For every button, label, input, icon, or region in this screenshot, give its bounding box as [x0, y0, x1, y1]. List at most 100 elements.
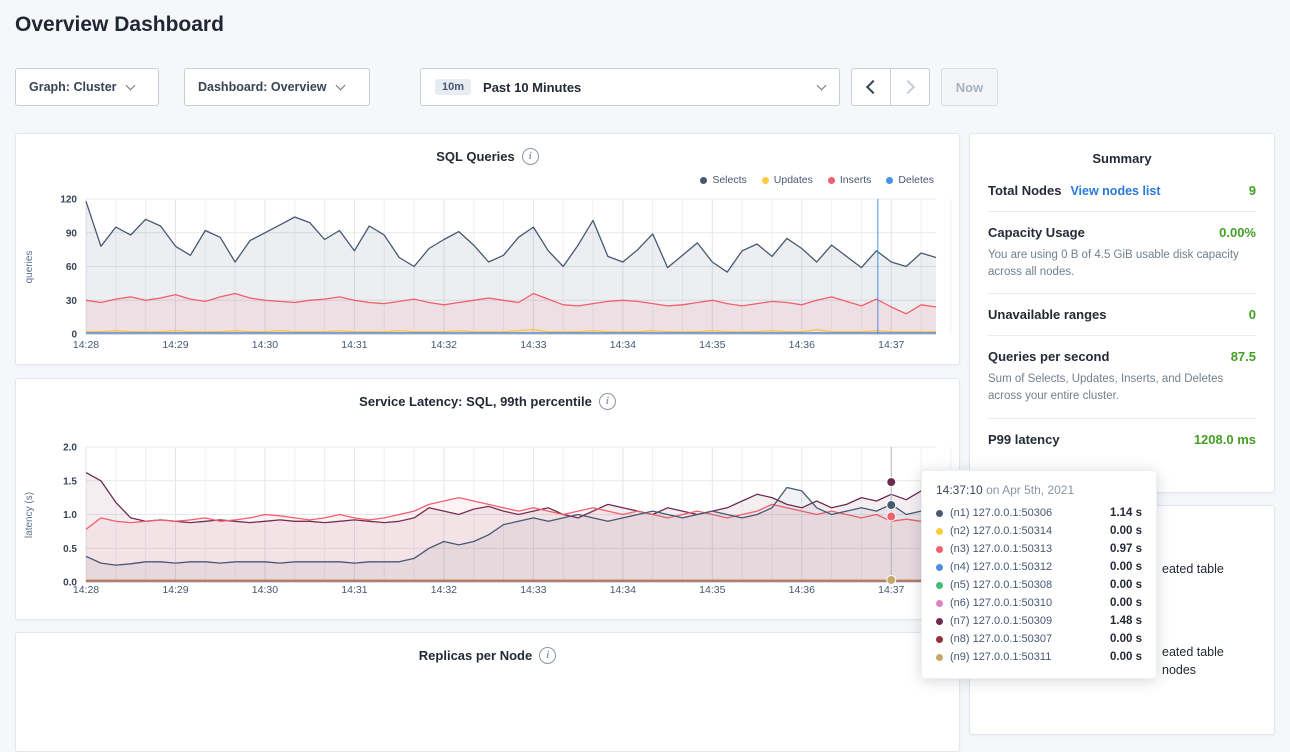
sql-queries-panel: SQL Queries i Selects Updates Inserts Delet…: [15, 133, 960, 365]
tooltip-node-value: 0.00 s: [1110, 561, 1142, 573]
legend-dot-icon: [762, 177, 769, 184]
event-item[interactable]: eated table: [1162, 562, 1224, 576]
svg-text:14:32: 14:32: [431, 584, 457, 596]
tooltip-node-label: (n6) 127.0.0.1:50310: [950, 597, 1052, 609]
legend-dot-icon: [886, 177, 893, 184]
tooltip-row: (n6) 127.0.0.1:50310 0.00 s: [936, 594, 1142, 612]
svg-text:2.0: 2.0: [63, 443, 77, 454]
svg-text:14:37: 14:37: [878, 584, 904, 596]
service-latency-chart[interactable]: 0.00.51.01.52.014:2814:2914:3014:3114:32…: [16, 437, 961, 607]
page-title: Overview Dashboard: [15, 13, 224, 37]
tooltip-node-label: (n5) 127.0.0.1:50308: [950, 579, 1052, 591]
svg-text:1.0: 1.0: [63, 510, 77, 521]
tooltip-row: (n9) 127.0.0.1:503110.00 s: [936, 648, 1142, 666]
svg-text:0.5: 0.5: [63, 544, 77, 555]
tooltip-row: (n1) 127.0.0.1:50306 1.14 s: [936, 504, 1142, 522]
summary-desc: Sum of Selects, Updates, Inserts, and De…: [988, 371, 1256, 404]
tooltip-node-value: 1.14 s: [1110, 507, 1142, 519]
now-button[interactable]: Now: [941, 68, 998, 106]
node-color-dot-icon: [936, 636, 943, 643]
svg-text:14:28: 14:28: [73, 584, 99, 596]
tooltip-header: 14:37:10 on Apr 5th, 2021: [936, 483, 1142, 497]
node-color-dot-icon: [936, 564, 943, 571]
tooltip-node-value: 0.00 s: [1110, 597, 1142, 609]
summary-value: 0.00%: [1219, 225, 1256, 240]
legend-label: Updates: [774, 174, 813, 186]
time-range-badge: 10m: [435, 79, 471, 95]
summary-row-unavailable-ranges: Unavailable ranges 0: [988, 294, 1256, 336]
svg-text:14:30: 14:30: [252, 584, 278, 596]
svg-text:latency (s): latency (s): [24, 492, 35, 538]
summary-label: Capacity Usage: [988, 225, 1085, 240]
tooltip-node-label: (n2) 127.0.0.1:50314: [950, 525, 1052, 537]
svg-text:14:29: 14:29: [162, 339, 188, 351]
node-color-dot-icon: [936, 654, 943, 661]
svg-text:14:33: 14:33: [520, 584, 546, 596]
tooltip-node-label: (n1) 127.0.0.1:50306: [950, 507, 1052, 519]
tooltip-row: (n7) 127.0.0.1:503091.48 s: [936, 612, 1142, 630]
svg-text:14:36: 14:36: [789, 584, 815, 596]
svg-text:14:30: 14:30: [252, 339, 278, 351]
summary-row-capacity-usage: Capacity Usage 0.00% You are using 0 B o…: [988, 212, 1256, 294]
svg-text:30: 30: [66, 296, 78, 307]
summary-title: Summary: [988, 134, 1256, 170]
tooltip-row: (n8) 127.0.0.1:503070.00 s: [936, 630, 1142, 648]
svg-text:90: 90: [66, 228, 78, 239]
summary-value: 1208.0 ms: [1194, 432, 1256, 447]
legend-item-inserts[interactable]: Inserts: [828, 174, 872, 186]
chevron-right-icon: [901, 80, 915, 94]
chart-title-text: SQL Queries: [436, 149, 515, 164]
event-item[interactable]: nodes: [1162, 663, 1196, 677]
tooltip-node-value: 0.00 s: [1110, 579, 1142, 591]
node-color-dot-icon: [936, 582, 943, 589]
time-prev-button[interactable]: [851, 68, 891, 106]
service-latency-panel: Service Latency: SQL, 99th percentile i …: [15, 378, 960, 620]
summary-row-p99-latency: P99 latency 1208.0 ms: [988, 419, 1256, 460]
svg-text:14:33: 14:33: [520, 339, 546, 351]
view-nodes-list-link[interactable]: View nodes list: [1070, 184, 1160, 198]
node-color-dot-icon: [936, 600, 943, 607]
svg-text:14:35: 14:35: [699, 339, 725, 351]
tooltip-row: (n3) 127.0.0.1:503130.97 s: [936, 540, 1142, 558]
time-nav-group: [851, 68, 930, 106]
tooltip-node-value: 0.00 s: [1110, 525, 1142, 537]
legend-item-selects[interactable]: Selects: [700, 174, 746, 186]
svg-text:14:31: 14:31: [341, 339, 367, 351]
svg-text:queries: queries: [24, 251, 35, 284]
node-color-dot-icon: [936, 546, 943, 553]
summary-label: Queries per second: [988, 349, 1109, 364]
tooltip-node-value: 0.00 s: [1110, 651, 1142, 663]
sql-queries-title: SQL Queries i: [16, 148, 959, 165]
graph-dropdown[interactable]: Graph: Cluster: [15, 68, 159, 106]
sql-queries-chart[interactable]: 030609012014:2814:2914:3014:3114:3214:33…: [16, 192, 961, 362]
node-color-dot-icon: [936, 618, 943, 625]
legend-item-updates[interactable]: Updates: [762, 174, 813, 186]
legend-item-deletes[interactable]: Deletes: [886, 174, 934, 186]
event-item[interactable]: eated table: [1162, 645, 1224, 659]
dashboard-dropdown-label: Dashboard: Overview: [198, 80, 327, 94]
legend-dot-icon: [700, 177, 707, 184]
info-icon[interactable]: i: [539, 647, 556, 664]
dashboard-dropdown[interactable]: Dashboard: Overview: [184, 68, 370, 106]
summary-value: 9: [1249, 183, 1256, 198]
tooltip-row: (n4) 127.0.0.1:503120.00 s: [936, 558, 1142, 576]
summary-desc: You are using 0 B of 4.5 GiB usable disk…: [988, 247, 1256, 280]
svg-text:14:34: 14:34: [610, 584, 636, 596]
chevron-down-icon: [817, 80, 827, 90]
chart-title-text: Service Latency: SQL, 99th percentile: [359, 394, 592, 409]
summary-label: Total Nodes: [988, 183, 1061, 198]
svg-text:120: 120: [60, 195, 77, 206]
legend-label: Deletes: [898, 174, 934, 186]
time-range-picker[interactable]: 10m Past 10 Minutes: [420, 68, 840, 106]
chevron-down-icon: [125, 80, 135, 90]
legend-label: Selects: [712, 174, 746, 186]
chevron-down-icon: [335, 80, 345, 90]
replicas-per-node-title: Replicas per Node i: [16, 647, 959, 664]
info-icon[interactable]: i: [599, 393, 616, 410]
info-icon[interactable]: i: [522, 148, 539, 165]
time-next-button[interactable]: [890, 68, 930, 106]
tooltip-time: 14:37:10: [936, 483, 983, 497]
tooltip-node-value: 0.97 s: [1110, 543, 1142, 555]
summary-panel: Summary Total Nodes View nodes list 9 Ca…: [969, 133, 1275, 493]
summary-label: Unavailable ranges: [988, 307, 1107, 322]
